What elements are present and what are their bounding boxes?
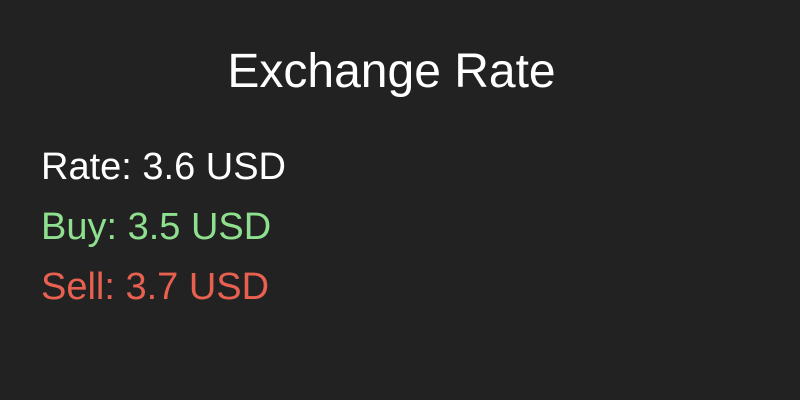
exchange-rate-card: Exchange Rate Rate: 3.6 USD Buy: 3.5 USD… [0,0,800,400]
sell-rate-text: Sell: 3.7 USD [41,266,270,308]
page-title: Exchange Rate [227,45,556,98]
buy-rate-text: Buy: 3.5 USD [41,206,272,248]
current-rate-text: Rate: 3.6 USD [41,146,286,188]
